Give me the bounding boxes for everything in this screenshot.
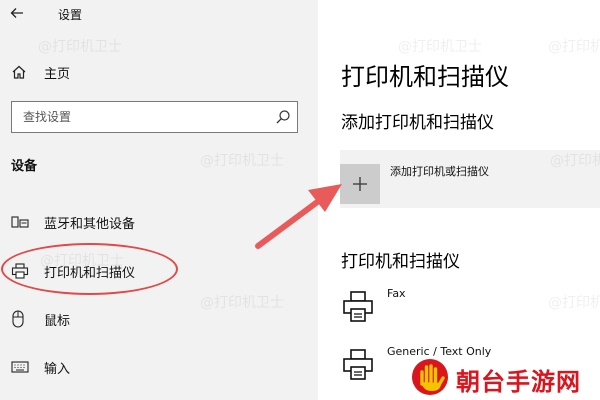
nav-item-input[interactable]: 输入 bbox=[0, 351, 318, 383]
page-title: 打印机和扫描仪 bbox=[341, 63, 509, 91]
hand-logo-icon bbox=[410, 357, 450, 400]
add-section-heading: 添加打印机和扫描仪 bbox=[341, 113, 494, 133]
mouse-icon bbox=[0, 303, 44, 335]
site-logo: 朝台手游网 bbox=[410, 358, 600, 400]
settings-nav-pane: 设置 主页 设备 蓝牙和其他设备 打印机和扫描仪 鼠标 输入 bbox=[0, 0, 318, 400]
nav-item-mouse[interactable]: 鼠标 bbox=[0, 303, 318, 335]
search-icon[interactable] bbox=[275, 109, 291, 125]
section-heading-devices: 设备 bbox=[11, 159, 38, 174]
printer-list-heading: 打印机和扫描仪 bbox=[341, 252, 460, 272]
device-item-fax[interactable]: Fax bbox=[340, 284, 600, 332]
bluetooth-devices-icon bbox=[0, 206, 44, 238]
search-input[interactable] bbox=[12, 102, 267, 132]
logo-text: 朝台手游网 bbox=[456, 367, 581, 396]
nav-item-label: 打印机和扫描仪 bbox=[44, 265, 136, 281]
nav-home-label: 主页 bbox=[44, 66, 71, 82]
printer-icon bbox=[342, 348, 374, 386]
printer-icon bbox=[342, 290, 374, 328]
home-icon bbox=[0, 56, 44, 88]
nav-item-bluetooth[interactable]: 蓝牙和其他设备 bbox=[0, 206, 318, 238]
settings-search[interactable] bbox=[11, 101, 298, 133]
add-printer-label: 添加打印机或扫描仪 bbox=[390, 165, 489, 178]
device-name: Fax bbox=[387, 287, 406, 300]
nav-item-label: 蓝牙和其他设备 bbox=[44, 216, 136, 232]
keyboard-icon bbox=[0, 351, 44, 383]
nav-item-label: 输入 bbox=[44, 361, 71, 377]
nav-item-label: 鼠标 bbox=[44, 313, 71, 329]
window-title: 设置 bbox=[58, 8, 83, 22]
printer-icon bbox=[0, 255, 44, 287]
content-pane: 打印机和扫描仪 添加打印机和扫描仪 添加打印机或扫描仪 打印机和扫描仪 Fax … bbox=[318, 0, 600, 400]
add-printer-button[interactable]: 添加打印机或扫描仪 bbox=[340, 150, 600, 208]
back-arrow-icon[interactable] bbox=[10, 6, 30, 24]
nav-item-printers[interactable]: 打印机和扫描仪 bbox=[0, 255, 318, 287]
plus-icon bbox=[340, 164, 380, 204]
nav-item-home[interactable]: 主页 bbox=[0, 56, 318, 88]
